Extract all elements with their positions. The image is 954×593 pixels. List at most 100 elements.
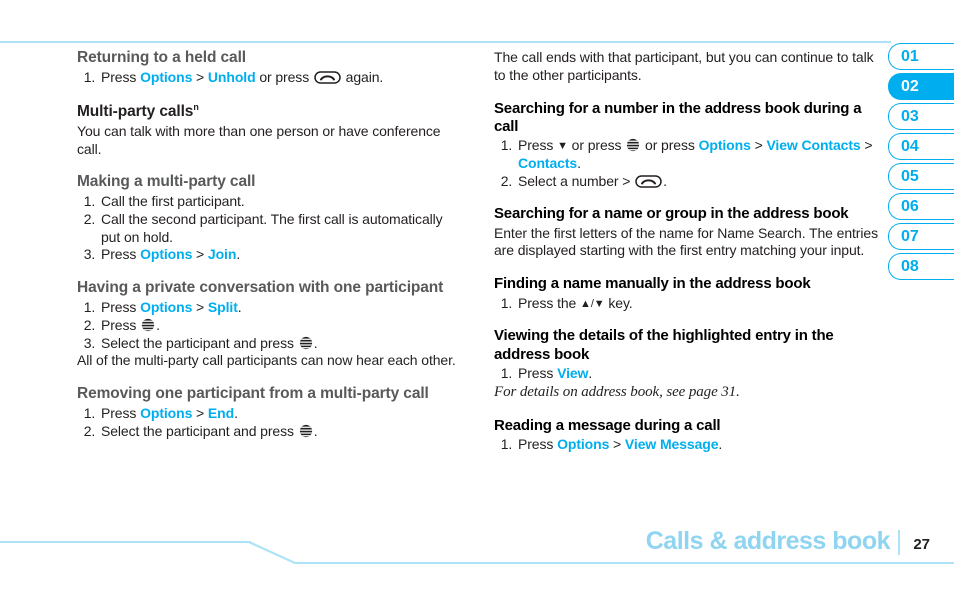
menu-unhold[interactable]: Unhold: [208, 69, 256, 85]
step-item: Press .: [99, 317, 462, 335]
step-text-a: Press the: [518, 294, 581, 311]
chapter-tab-03[interactable]: 03: [888, 103, 954, 130]
step-text-a: Press: [518, 137, 558, 154]
section-heading: Making a multi-party call: [77, 173, 256, 191]
section-finding-name-manually: Finding a name manually in the address b…: [494, 275, 879, 312]
chapter-tab-08[interactable]: 08: [888, 253, 954, 280]
section-heading: Having a private conversation with one p…: [77, 279, 444, 297]
step-text-b: .: [663, 172, 667, 189]
continued-paragraph: The call ends with that participant, but…: [494, 49, 874, 83]
softkey-options[interactable]: Options: [140, 69, 192, 85]
chapter-tab-07[interactable]: 07: [888, 223, 954, 250]
softkey-options[interactable]: Options: [699, 137, 751, 153]
chapter-tab-04[interactable]: 04: [888, 133, 954, 160]
step-text-b: .: [237, 299, 242, 316]
section-body: You can talk with more than one person o…: [77, 122, 441, 157]
separator-gt: >: [609, 436, 625, 453]
step-text-a: Press: [101, 68, 141, 85]
step-item: Press Options > Split.: [99, 299, 462, 317]
arrow-down-icon: ▼: [557, 140, 568, 153]
chapter-tab-02[interactable]: 02: [888, 73, 954, 100]
step-item: Call the second participant. The first c…: [99, 211, 462, 247]
step-item: Press Options > Join.: [99, 246, 462, 264]
section-searching-name-group: Searching for a name or group in the add…: [494, 205, 879, 260]
arrow-up-down-icon: ▲/▼: [580, 297, 605, 310]
section-heading-text: Multi-party calls: [77, 102, 194, 120]
step-item: Press Options > End.: [99, 405, 462, 423]
menu-contacts[interactable]: Contacts: [518, 155, 577, 171]
section-viewing-details: Viewing the details of the highlighted e…: [494, 327, 879, 401]
section-heading: Reading a message during a call: [494, 416, 721, 434]
menu-join[interactable]: Join: [208, 246, 236, 262]
step-list: Press the ▲/▼ key.: [494, 295, 879, 313]
separator-gt: >: [192, 68, 208, 85]
section-heading: Searching for a number in the address bo…: [494, 99, 862, 135]
att-globe-icon: [626, 138, 640, 152]
step-text-c: again.: [341, 68, 384, 85]
step-text-c: or press: [641, 137, 699, 154]
att-globe-icon: [299, 424, 313, 438]
step-list: Press Options > View Message.: [494, 436, 879, 454]
step-text-a: Press: [101, 299, 141, 316]
step-text-b: .: [718, 436, 723, 453]
section-removing-participant: Removing one participant from a multi-pa…: [77, 385, 462, 440]
left-column: Returning to a held call Press Options >…: [77, 49, 462, 441]
step-text-b: .: [234, 405, 238, 422]
step-text-b: .: [313, 334, 318, 351]
softkey-view[interactable]: View: [557, 365, 588, 381]
step-item: Select a number > .: [516, 173, 879, 191]
softkey-options[interactable]: Options: [557, 436, 609, 452]
separator-gt: >: [192, 299, 208, 316]
step-text-a: Press: [101, 405, 141, 422]
att-globe-icon: [299, 336, 313, 350]
step-item: Select the participant and press .: [99, 423, 462, 441]
step-item: Press Options > View Message.: [516, 436, 879, 454]
step-text-a: Press: [101, 246, 141, 263]
send-key-icon: [635, 174, 662, 188]
step-text-b: or press: [567, 137, 626, 154]
footer-divider: [898, 530, 900, 555]
step-text-b: .: [588, 364, 593, 381]
step-text-b: key.: [604, 294, 633, 311]
step-text-b: or press: [255, 68, 313, 85]
send-key-icon: [314, 71, 341, 84]
step-text-a: Press: [518, 436, 558, 453]
section-heading: Returning to a held call: [77, 49, 246, 66]
section-heading: Searching for a name or group in the add…: [494, 205, 849, 223]
step-list: Press ▼ or press or press Options > View…: [494, 137, 879, 190]
section-returning-to-held-call: Returning to a held call Press Options >…: [77, 49, 462, 87]
section-heading: Finding a name manually in the address b…: [494, 275, 811, 293]
step-text-a: Select the participant and press: [101, 334, 298, 351]
menu-view-message[interactable]: View Message: [625, 436, 719, 452]
softkey-options[interactable]: Options: [140, 299, 192, 315]
step-item: Press View.: [516, 365, 879, 383]
menu-end[interactable]: End: [208, 405, 234, 421]
att-globe-icon: [141, 318, 155, 332]
chapter-tab-06[interactable]: 06: [888, 193, 954, 220]
step-text-d: .: [577, 154, 581, 171]
chapter-tab-01[interactable]: 01: [888, 43, 954, 70]
section-heading: Multi-party callsn: [77, 102, 462, 122]
menu-view-contacts[interactable]: View Contacts: [766, 137, 860, 153]
step-list: Press Options > Split. Press . Select th…: [77, 299, 462, 352]
separator-gt: >: [750, 137, 767, 154]
step-list: Press Options > Unhold or press again.: [77, 69, 462, 87]
step-text-a: Press: [101, 316, 141, 333]
softkey-options[interactable]: Options: [140, 405, 192, 421]
chapter-tab-05[interactable]: 05: [888, 163, 954, 190]
softkey-options[interactable]: Options: [140, 246, 192, 262]
chapter-tab-label: 08: [901, 257, 919, 275]
section-note: All of the multi-party call participants…: [77, 352, 456, 369]
section-searching-number: Searching for a number in the address bo…: [494, 100, 879, 191]
menu-split[interactable]: Split: [208, 299, 238, 315]
separator-gt: >: [192, 246, 208, 263]
step-item: Press ▼ or press or press Options > View…: [516, 137, 879, 173]
section-body: Enter the first letters of the name for …: [494, 224, 878, 259]
section-making-multi-party-call: Making a multi-party call Call the first…: [77, 173, 462, 264]
chapter-tab-label: 01: [901, 47, 919, 65]
chapter-tab-rail: 01 02 03 04 05 06 07 08: [888, 43, 954, 283]
